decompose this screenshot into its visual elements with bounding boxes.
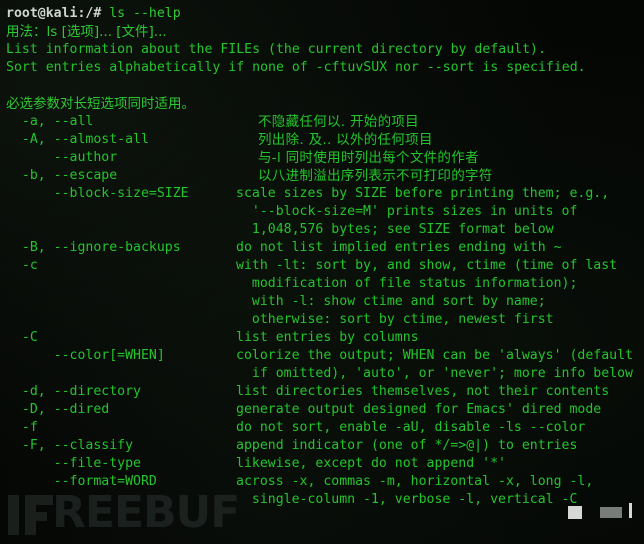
option-row: '--block-size=M' prints sizes in units o… <box>6 203 644 221</box>
option-row: otherwise: sort by ctime, newest first <box>6 311 644 329</box>
option-flag: -F, --classify <box>6 438 134 453</box>
option-row: -b, --escape 以八进制溢出序列表示不可打印的字符 <box>6 167 644 185</box>
intro-line-1: List information about the FILEs (the cu… <box>6 42 546 57</box>
option-row: -F, --classify append indicator (one of *… <box>6 437 644 455</box>
option-row: -c with -lt: sort by, and show, ctime (ti… <box>6 257 644 275</box>
option-flag: -C <box>6 330 38 345</box>
option-description: with -l: show ctime and sort by name; <box>236 294 546 309</box>
option-row: single-column -1, verbose -l, vertical -… <box>6 491 644 509</box>
option-row: -d, --directory list directories themselv… <box>6 383 644 401</box>
option-row: if omitted), 'auto', or 'never'; more in… <box>6 365 644 383</box>
shell-prompt: root@kali:/# <box>6 6 110 21</box>
option-description: otherwise: sort by ctime, newest first <box>236 312 554 327</box>
option-row: -A, --almost-all 列出除. 及.. 以外的任何项目 <box>6 131 644 149</box>
option-description: list entries by columns <box>236 330 419 345</box>
entered-command: ls --help <box>109 6 181 21</box>
options-list: -a, --all 不隐藏任何以. 开始的项目 -A, --almost-all 列… <box>6 113 644 509</box>
option-row: modification of file status information)… <box>6 275 644 293</box>
option-row: -f do not sort, enable -aU, disable -ls -… <box>6 419 644 437</box>
option-row: -a, --all 不隐藏任何以. 开始的项目 <box>6 113 644 131</box>
option-description: colorize the output; WHEN can be 'always… <box>236 348 633 363</box>
option-description: do not sort, enable -aU, disable -ls --c… <box>236 420 586 435</box>
option-description: append indicator (one of */=>@|) to entr… <box>236 438 578 453</box>
option-row: --block-size=SIZE scale sizes by SIZE bef… <box>6 185 644 203</box>
option-flag: -B, --ignore-backups <box>6 240 181 255</box>
option-row: --file-type likewise, except do not appen… <box>6 455 644 473</box>
prompt-line: root@kali:/# ls --help <box>6 5 644 23</box>
option-row: --author 与-l 同时使用时列出每个文件的作者 <box>6 149 644 167</box>
option-flag: --format=WORD <box>6 474 157 489</box>
option-row: -B, --ignore-backups do not list implied … <box>6 239 644 257</box>
option-description: modification of file status information)… <box>236 276 578 291</box>
mandatory-note: 必选参数对长短选项同时适用。 <box>6 96 195 112</box>
option-flag: -A, --almost-all <box>6 132 149 147</box>
usage-line: 用法：ls [选项]... [文件]... <box>6 24 167 40</box>
intro-line-2: Sort entries alphabetically if none of -… <box>6 60 586 75</box>
option-flag: -d, --directory <box>6 384 141 399</box>
option-flag: -b, --escape <box>6 168 118 183</box>
option-flag: -f <box>6 420 38 435</box>
option-description: single-column -1, verbose -l, vertical -… <box>236 492 578 507</box>
option-description: likewise, except do not append '*' <box>236 456 506 471</box>
option-row: 1,048,576 bytes; see SIZE format below <box>6 221 644 239</box>
option-description: 以八进制溢出序列表示不可打印的字符 <box>258 168 493 184</box>
option-description: do not list implied entries ending with … <box>236 240 562 255</box>
option-description: generate output designed for Emacs' dire… <box>236 402 602 417</box>
terminal-window[interactable]: root@kali:/# ls --help 用法：ls [选项]... [文件… <box>0 0 644 544</box>
option-flag: --block-size=SIZE <box>6 186 189 201</box>
option-description: scale sizes by SIZE before printing them… <box>236 186 610 201</box>
option-description: if omitted), 'auto', or 'never'; more in… <box>236 366 633 381</box>
option-description: 列出除. 及.. 以外的任何项目 <box>258 132 433 148</box>
option-row: --color[=WHEN] colorize the output; WHEN … <box>6 347 644 365</box>
option-flag: --color[=WHEN] <box>6 348 165 363</box>
option-flag: --author <box>6 150 118 165</box>
option-flag: -a, --all <box>6 114 94 129</box>
option-description: 1,048,576 bytes; see SIZE format below <box>236 222 554 237</box>
option-description: '--block-size=M' prints sizes in units o… <box>236 204 578 219</box>
option-row: with -l: show ctime and sort by name; <box>6 293 644 311</box>
option-row: -C list entries by columns <box>6 329 644 347</box>
option-flag: --file-type <box>6 456 141 471</box>
option-flag: -c <box>6 258 38 273</box>
option-description: list directories themselves, not their c… <box>236 384 610 399</box>
option-flag: -D, --dired <box>6 402 110 417</box>
option-description: across -x, commas -m, horizontal -x, lon… <box>236 474 594 489</box>
terminal-output: root@kali:/# ls --help 用法：ls [选项]... [文件… <box>0 0 644 509</box>
option-description: 不隐藏任何以. 开始的项目 <box>258 114 419 130</box>
option-row: --format=WORD across -x, commas -m, horiz… <box>6 473 644 491</box>
option-description: with -lt: sort by, and show, ctime (time… <box>236 258 618 273</box>
option-description: 与-l 同时使用时列出每个文件的作者 <box>258 150 479 166</box>
option-row: -D, --dired generate output designed for … <box>6 401 644 419</box>
